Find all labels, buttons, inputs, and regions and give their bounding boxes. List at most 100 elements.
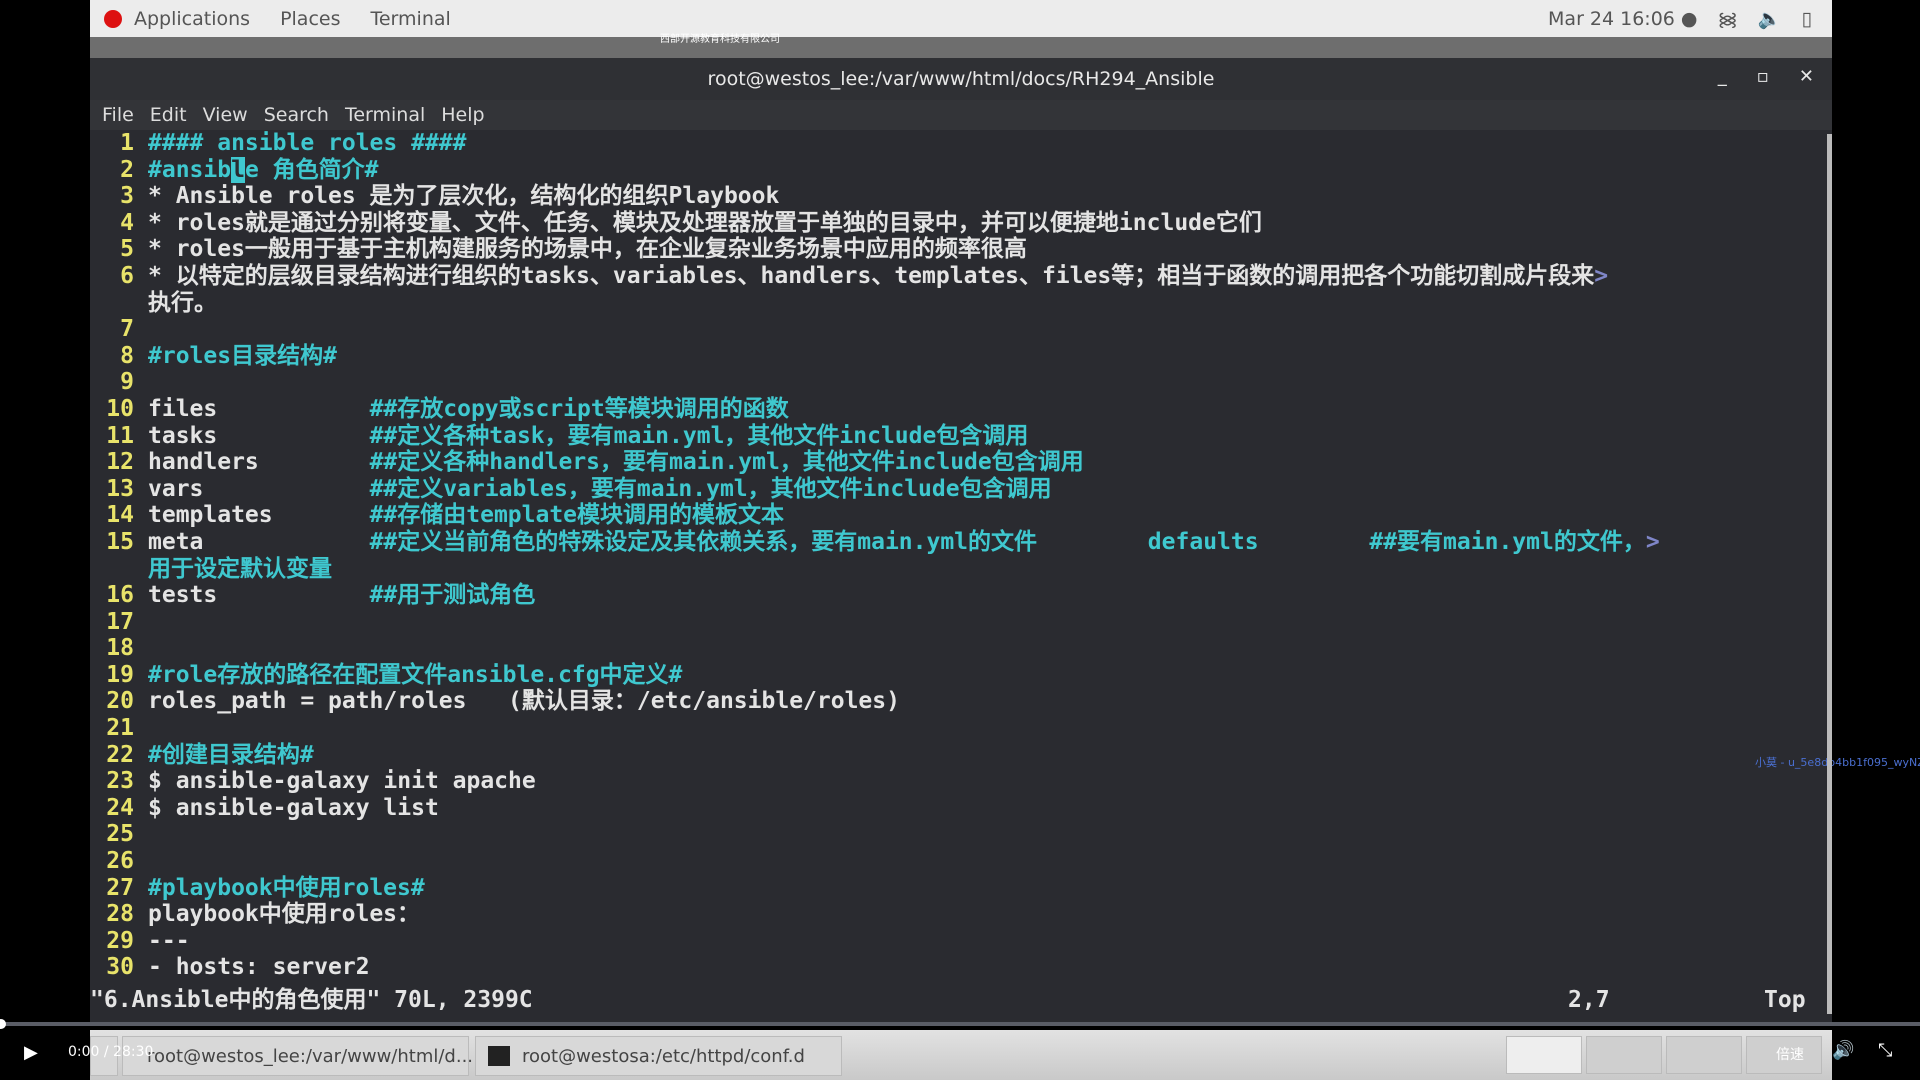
taskbar: root@westos_lee:/var/www/html/d... root@… xyxy=(90,1030,1832,1080)
line-number: 15 xyxy=(106,528,134,555)
line-number: 29 xyxy=(106,927,134,954)
line-number: 1 xyxy=(120,130,134,156)
clock[interactable]: Mar 24 16:06 ● xyxy=(1548,8,1697,30)
editor-line: 17 xyxy=(90,609,1826,636)
terminal-icon xyxy=(488,1046,510,1066)
editor-line: 9 xyxy=(90,369,1826,396)
editor-line: 用于设定默认变量 xyxy=(90,556,1826,583)
line-text: * Ansible roles 是为了层次化，结构化的组织Playbook xyxy=(148,183,780,210)
line-number: 9 xyxy=(120,369,134,396)
line-number: 16 xyxy=(106,582,134,609)
taskbar-item[interactable]: root@westosa:/etc/httpd/conf.d xyxy=(475,1036,842,1076)
editor-line: 5 * roles一般用于基于主机构建服务的场景中，在企业复杂业务场景中应用的频率… xyxy=(90,236,1826,263)
line-number: 4 xyxy=(120,209,134,236)
line-number: 17 xyxy=(106,608,134,635)
comment-text: ##用于测试角色 xyxy=(369,582,536,609)
system-top-bar: Applications Places Terminal Mar 24 16:0… xyxy=(90,0,1832,37)
volume-icon[interactable]: 🔈 xyxy=(1758,7,1782,30)
comment-text: #ansib xyxy=(148,156,232,183)
editor-line: 10 files ##存放copy或script等模块调用的函数 xyxy=(90,396,1826,423)
editor-line: 24 $ ansible-galaxy list xyxy=(90,795,1826,822)
workspace-2[interactable] xyxy=(1586,1036,1662,1074)
line-text: --- xyxy=(148,927,190,954)
window-titlebar: root@westos_lee:/var/www/html/docs/RH294… xyxy=(90,58,1832,100)
wifi-icon[interactable]: ᯼ xyxy=(1718,6,1738,32)
editor-line: 18 xyxy=(90,635,1826,662)
editor-line: 1 #### ansible roles #### xyxy=(90,130,1826,157)
editor-line: 8 #roles目录结构# xyxy=(90,343,1826,370)
line-text: meta xyxy=(148,528,370,555)
line-text: vars xyxy=(148,475,370,502)
menu-help[interactable]: Help xyxy=(441,104,484,126)
editor-line: 27 #playbook中使用roles# xyxy=(90,875,1826,902)
line-number: 22 xyxy=(106,741,134,768)
applications-menu[interactable]: Applications xyxy=(134,8,250,30)
menu-terminal[interactable]: Terminal xyxy=(345,104,425,126)
comment-text: ##定义各种handlers，要有main.yml，其他文件include包含调… xyxy=(369,449,1084,476)
line-number: 7 xyxy=(120,316,134,343)
line-text: * roles一般用于基于主机构建服务的场景中，在企业复杂业务场景中应用的频率很… xyxy=(148,236,1027,263)
line-number: 27 xyxy=(106,874,134,901)
editor-line: 3 * Ansible roles 是为了层次化，结构化的组织Playbook xyxy=(90,183,1826,210)
editor-line: 29 --- xyxy=(90,928,1826,955)
line-number: 13 xyxy=(106,475,134,502)
line-number: 20 xyxy=(106,688,134,715)
minimize-button[interactable]: _ xyxy=(1718,66,1727,87)
workspace-3[interactable] xyxy=(1666,1036,1742,1074)
menubar: File Edit View Search Terminal Help xyxy=(90,100,1832,130)
terminal-area[interactable]: 1 #### ansible roles #### 2 #ansible 角色简介# 3… xyxy=(90,130,1832,1022)
editor-line: 4 * roles就是通过分别将变量、文件、任务、模块及处理器放置于单独的目录中，… xyxy=(90,210,1826,237)
line-number: 23 xyxy=(106,768,134,795)
line-number: 28 xyxy=(106,901,134,928)
maximize-button[interactable]: ▫ xyxy=(1757,66,1769,87)
menu-edit[interactable]: Edit xyxy=(150,104,187,126)
line-number: 14 xyxy=(106,502,134,529)
panel-shadow xyxy=(90,37,1832,58)
vim-status-line: "6.Ansible中的角色使用" 70L, 2399C 2,7 Top xyxy=(90,986,1826,1014)
line-text: handlers xyxy=(148,449,370,476)
line-text: tasks xyxy=(148,422,370,449)
battery-icon[interactable]: ▯ xyxy=(1802,8,1812,30)
speed-button[interactable]: 倍速 xyxy=(1776,1044,1804,1064)
comment-text: #playbook中使用roles# xyxy=(148,874,425,901)
line-number: 10 xyxy=(106,395,134,422)
taskbar-item[interactable]: root@westos_lee:/var/www/html/d... xyxy=(122,1036,473,1076)
status-file-info: "6.Ansible中的角色使用" 70L, 2399C xyxy=(90,987,533,1013)
editor-line: 20 roles_path = path/roles (默认目录：/etc/ans… xyxy=(90,688,1826,715)
vim-buffer[interactable]: 1 #### ansible roles #### 2 #ansible 角色简介# 3… xyxy=(90,130,1826,982)
menu-search[interactable]: Search xyxy=(264,104,329,126)
video-time: 0:00 / 28:30 xyxy=(68,1044,154,1060)
line-number: 6 xyxy=(120,262,134,289)
line-number: 19 xyxy=(106,661,134,688)
line-number: 18 xyxy=(106,635,134,662)
exit-fullscreen-icon[interactable]: ⤡ xyxy=(1878,1040,1892,1061)
editor-line: 14 templates ##存储由template模块调用的模板文本 xyxy=(90,502,1826,529)
close-button[interactable]: ✕ xyxy=(1799,66,1814,87)
comment-text: ##存放copy或script等模块调用的函数 xyxy=(369,395,789,422)
comment-text: 用于设定默认变量 xyxy=(148,555,332,582)
line-text: $ ansible-galaxy list xyxy=(148,794,439,821)
editor-line: 21 xyxy=(90,715,1826,742)
editor-line: 22 #创建目录结构# xyxy=(90,742,1826,769)
terminal-app-menu[interactable]: Terminal xyxy=(370,8,450,30)
line-number: 5 xyxy=(120,236,134,263)
line-text: > xyxy=(1594,262,1609,289)
line-text: templates xyxy=(148,502,370,529)
play-icon[interactable]: ▶ xyxy=(24,1042,38,1063)
video-progress-bar[interactable] xyxy=(0,1019,1920,1029)
scrollbar[interactable] xyxy=(1827,134,1832,1014)
places-menu[interactable]: Places xyxy=(280,8,340,30)
menu-view[interactable]: View xyxy=(203,104,248,126)
editor-line: 11 tasks ##定义各种task，要有main.yml，其他文件includ… xyxy=(90,423,1826,450)
line-number: 8 xyxy=(120,342,134,369)
comment-text: ##定义各种task，要有main.yml，其他文件include包含调用 xyxy=(369,422,1029,449)
comment-text: e 角色简介# xyxy=(244,156,379,183)
progress-handle[interactable] xyxy=(0,1019,6,1029)
editor-line: 23 $ ansible-galaxy init apache xyxy=(90,768,1826,795)
editor-line: 28 playbook中使用roles： xyxy=(90,901,1826,928)
editor-line: 26 xyxy=(90,848,1826,875)
menu-file[interactable]: File xyxy=(102,104,134,126)
volume-icon[interactable]: 🔊 xyxy=(1832,1040,1854,1061)
line-text: * 以特定的层级目录结构进行组织的tasks、variables、handler… xyxy=(148,262,1595,289)
workspace-1[interactable] xyxy=(1506,1036,1582,1074)
